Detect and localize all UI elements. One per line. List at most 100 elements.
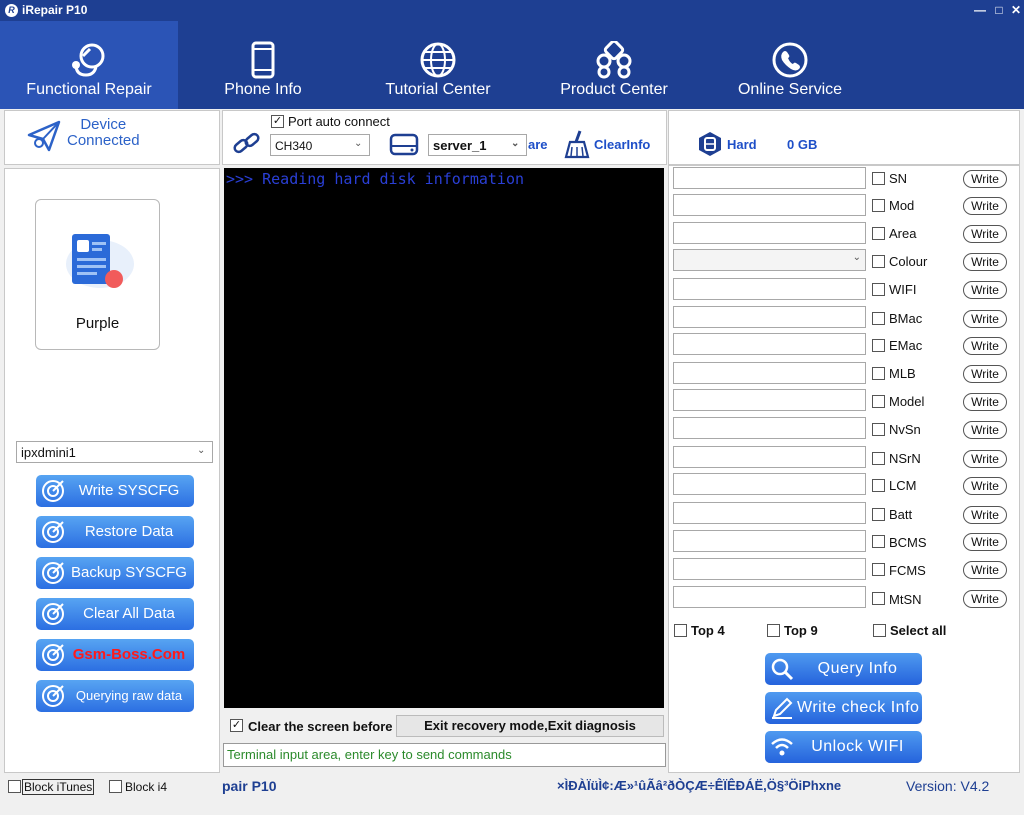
area-field[interactable] — [673, 222, 866, 244]
clear-screen-checkbox[interactable]: ✓ — [230, 719, 243, 732]
nvsn-checkbox[interactable] — [872, 423, 885, 436]
gsm-boss-button[interactable]: Gsm-Boss.Com — [36, 639, 194, 671]
model-write-button[interactable]: Write — [963, 393, 1007, 411]
exit-recovery-button[interactable]: Exit recovery mode,Exit diagnosis — [396, 715, 664, 737]
hard-disk-panel: Hard 0 GB — [668, 110, 1020, 165]
querying-raw-data-button[interactable]: Querying raw data — [36, 680, 194, 712]
link-icon — [233, 132, 260, 154]
tab-functional-repair[interactable]: Functional Repair — [0, 21, 178, 109]
target-icon — [42, 521, 64, 543]
wifi-field[interactable] — [673, 278, 866, 300]
lcm-checkbox[interactable] — [872, 479, 885, 492]
target-icon — [42, 480, 64, 502]
clear-info-button[interactable]: ClearInfo — [594, 137, 650, 152]
sn-checkbox[interactable] — [872, 172, 885, 185]
bmac-write-button[interactable]: Write — [963, 310, 1007, 328]
batt-write-button[interactable]: Write — [963, 506, 1007, 524]
emac-field[interactable] — [673, 333, 866, 355]
nsrn-checkbox[interactable] — [872, 452, 885, 465]
port-auto-connect-checkbox[interactable]: ✓ — [271, 115, 284, 128]
fcms-write-button[interactable]: Write — [963, 561, 1007, 579]
mlb-field[interactable] — [673, 362, 866, 384]
model-select-value: ipxdmini1 — [21, 445, 76, 460]
bmac-field[interactable] — [673, 306, 866, 328]
write-check-info-button[interactable]: Write check Info — [765, 692, 922, 724]
bmac-label: BMac — [889, 311, 923, 326]
mlb-checkbox[interactable] — [872, 367, 885, 380]
terminal-output[interactable]: >>> Reading hard disk information — [224, 168, 664, 708]
clear-all-data-button[interactable]: Clear All Data — [36, 598, 194, 630]
wifi-write-button[interactable]: Write — [963, 281, 1007, 299]
mod-field[interactable] — [673, 194, 866, 216]
block-i4-checkbox[interactable] — [109, 780, 122, 793]
storage-badge-icon — [699, 132, 721, 156]
colour-write-button[interactable]: Write — [963, 253, 1007, 271]
sn-field[interactable] — [673, 167, 866, 189]
top4-checkbox[interactable] — [674, 624, 687, 637]
tab-phone-info[interactable]: Phone Info — [180, 21, 346, 109]
fcms-checkbox[interactable] — [872, 563, 885, 576]
block-itunes-checkbox[interactable] — [8, 780, 21, 793]
tab-online-service[interactable]: Online Service — [704, 21, 876, 109]
bcms-checkbox[interactable] — [872, 535, 885, 548]
action-label: Gsm-Boss.Com — [72, 646, 186, 663]
top9-checkbox[interactable] — [767, 624, 780, 637]
port-select[interactable]: CH340 ⌄ — [270, 134, 370, 156]
lcm-field[interactable] — [673, 473, 866, 495]
model-checkbox[interactable] — [872, 395, 885, 408]
close-button[interactable]: ✕ — [1008, 2, 1024, 18]
restore-data-button[interactable]: Restore Data — [36, 516, 194, 548]
tab-tutorial-center[interactable]: Tutorial Center — [352, 21, 524, 109]
target-icon — [42, 603, 64, 625]
model-select[interactable]: ipxdmini1 ⌄ — [16, 441, 213, 463]
mlb-write-button[interactable]: Write — [963, 365, 1007, 383]
area-checkbox[interactable] — [872, 227, 885, 240]
bcms-field[interactable] — [673, 530, 866, 552]
mtsn-field[interactable] — [673, 586, 866, 608]
tab-label: Online Service — [737, 81, 843, 98]
emac-write-button[interactable]: Write — [963, 337, 1007, 355]
bmac-checkbox[interactable] — [872, 312, 885, 325]
nvsn-write-button[interactable]: Write — [963, 421, 1007, 439]
app-name-marquee: pair P10 — [222, 778, 277, 794]
mod-label: Mod — [889, 198, 915, 213]
query-info-button[interactable]: Query Info — [765, 653, 922, 685]
emac-checkbox[interactable] — [872, 339, 885, 352]
wifi-checkbox[interactable] — [872, 283, 885, 296]
tab-product-center[interactable]: Product Center — [528, 21, 700, 109]
fcms-label: FCMS — [889, 563, 926, 578]
bcms-write-button[interactable]: Write — [963, 533, 1007, 551]
nsrn-field[interactable] — [673, 446, 866, 468]
model-field[interactable] — [673, 389, 866, 411]
colour-select[interactable]: ⌄ — [673, 249, 866, 271]
bcms-label: BCMS — [889, 535, 927, 550]
colour-label: Colour — [889, 254, 928, 269]
unlock-wifi-button[interactable]: Unlock WIFI — [765, 731, 922, 763]
mtsn-write-button[interactable]: Write — [963, 590, 1007, 608]
colour-checkbox[interactable] — [872, 255, 885, 268]
fcms-field[interactable] — [673, 558, 866, 580]
server-select[interactable]: server_1 ⌄ — [428, 134, 527, 156]
batt-field[interactable] — [673, 502, 866, 524]
area-write-button[interactable]: Write — [963, 225, 1007, 243]
nvsn-field[interactable] — [673, 417, 866, 439]
device-card[interactable]: Purple — [35, 199, 160, 350]
tab-label: Functional Repair — [26, 81, 152, 98]
mod-write-button[interactable]: Write — [963, 197, 1007, 215]
device-status-line2: Connected — [67, 132, 140, 149]
backup-syscfg-button[interactable]: Backup SYSCFG — [36, 557, 194, 589]
minimize-button[interactable]: — — [972, 2, 988, 18]
mtsn-checkbox[interactable] — [872, 592, 885, 605]
write-syscfg-button[interactable]: Write SYSCFG — [36, 475, 194, 507]
nsrn-write-button[interactable]: Write — [963, 450, 1007, 468]
mod-checkbox[interactable] — [872, 199, 885, 212]
batt-checkbox[interactable] — [872, 508, 885, 521]
select-all-checkbox[interactable] — [873, 624, 886, 637]
search-icon — [771, 658, 794, 681]
device-status: Device Connected — [67, 117, 140, 149]
sn-write-button[interactable]: Write — [963, 170, 1007, 188]
action-label: Write SYSCFG — [78, 482, 180, 499]
maximize-button[interactable]: □ — [991, 2, 1007, 18]
terminal-input[interactable]: Terminal input area, enter key to send c… — [223, 743, 666, 767]
lcm-write-button[interactable]: Write — [963, 477, 1007, 495]
